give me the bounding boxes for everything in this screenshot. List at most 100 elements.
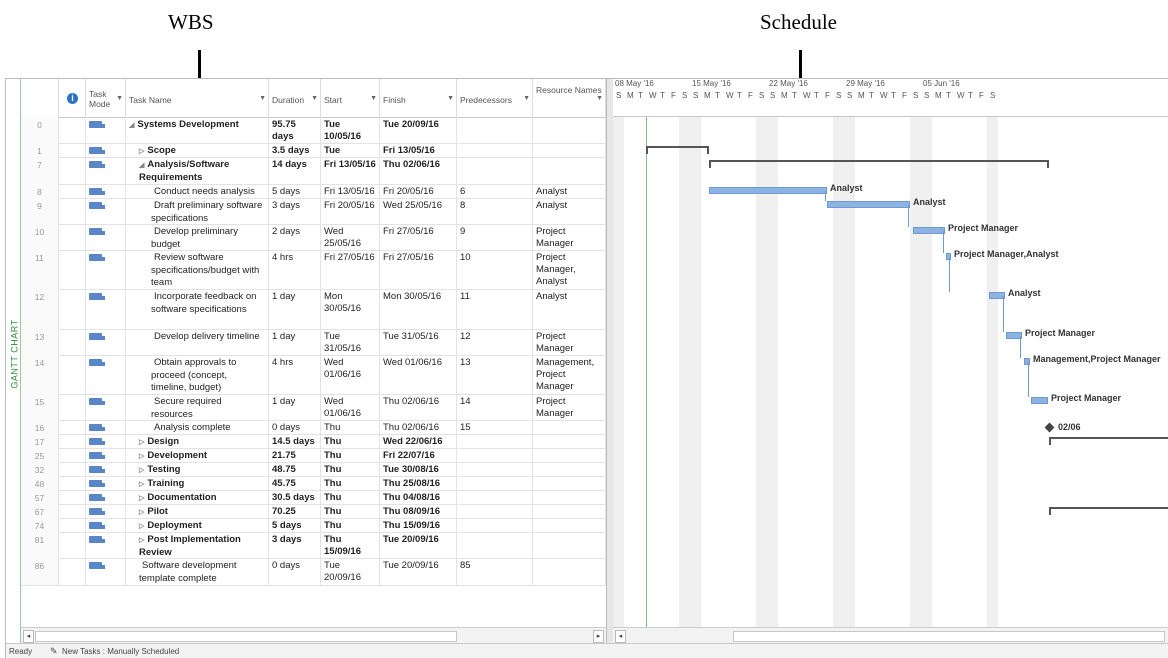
task-name-cell[interactable]: ▷ Testing [126,462,269,476]
task-mode-cell[interactable] [86,117,126,143]
duration-cell[interactable]: 3.5 days [269,143,321,157]
duration-cell[interactable]: 4 hrs [269,250,321,289]
finish-cell[interactable]: Thu 02/06/16 [380,420,457,434]
finish-cell[interactable]: Mon 30/05/16 [380,289,457,329]
finish-cell[interactable]: Tue 31/05/16 [380,329,457,355]
finish-cell[interactable]: Tue 20/09/16 [380,117,457,143]
table-row[interactable]: 8 Conduct needs analysis 5 days Fri 13/05/1… [21,184,606,199]
task-name-cell[interactable]: Secure required resources [126,394,269,420]
start-cell[interactable]: Tue 31/05/16 [321,329,380,355]
finish-cell[interactable]: Wed 25/05/16 [380,198,457,224]
start-cell[interactable]: Wed 01/06/16 [321,394,380,420]
duration-cell[interactable]: 3 days [269,532,321,558]
task-name-cell[interactable]: Software development template complete [126,558,269,585]
resource-names-cell[interactable] [533,462,606,476]
summary-bar[interactable] [1049,507,1168,509]
dependency-link[interactable] [1003,296,1004,332]
task-mode-cell[interactable] [86,490,126,504]
duration-cell[interactable]: 14 days [269,157,321,184]
task-name-cell[interactable]: ▷ Documentation [126,490,269,504]
task-name-cell[interactable]: ▷ Scope [126,143,269,157]
resource-names-cell[interactable] [533,490,606,504]
scroll-right-icon[interactable]: ▸ [593,630,604,643]
duration-cell[interactable]: 48.75 days [269,462,321,476]
task-name-cell[interactable]: Incorporate feedback on software specifi… [126,289,269,329]
task-name-cell[interactable]: ◢ Systems Development [126,117,269,143]
table-row[interactable]: 32▷Testing48.75 daysThu 23/06/16Tue 30/0… [21,462,606,477]
summary-bar[interactable] [709,160,1049,162]
expand-icon[interactable]: ▷ [139,467,144,474]
summary-bar[interactable] [646,146,709,148]
duration-cell[interactable]: 1 day [269,394,321,420]
start-cell[interactable]: Tue 10/05/16 [321,117,380,143]
dependency-link[interactable] [1020,336,1021,358]
summary-bar[interactable] [1049,437,1168,439]
duration-cell[interactable]: 14.5 days [269,434,321,448]
start-cell[interactable]: Wed 01/06/16 [321,355,380,394]
finish-cell[interactable]: Fri 20/05/16 [380,184,457,198]
expand-icon[interactable]: ▷ [139,453,144,460]
start-cell[interactable]: Thu 02/06/16 [321,504,380,518]
resource-names-cell[interactable] [533,532,606,558]
finish-cell[interactable]: Thu 02/06/16 [380,157,457,184]
dependency-link[interactable] [908,205,909,227]
column-header-id[interactable] [21,79,59,117]
finish-cell[interactable]: Thu 25/08/16 [380,476,457,490]
expand-icon[interactable]: ▷ [139,148,144,155]
column-header-start[interactable]: Start ▼ [321,79,380,117]
column-header-duration[interactable]: Duration ▼ [269,79,321,117]
task-bar[interactable] [913,227,945,234]
dependency-link[interactable] [825,191,826,201]
resource-names-cell[interactable] [533,504,606,518]
start-cell[interactable]: Thu 02/06/16 [321,434,380,448]
finish-cell[interactable]: Thu 02/06/16 [380,394,457,420]
predecessors-cell[interactable] [457,143,533,157]
scroll-left-icon[interactable]: ◂ [615,630,626,643]
resource-names-cell[interactable]: Analyst [533,184,606,198]
resource-names-cell[interactable]: Management, Project Manager [533,355,606,394]
task-mode-cell[interactable] [86,355,126,394]
task-name-cell[interactable]: ▷ Deployment [126,518,269,532]
chevron-down-icon[interactable]: ▼ [259,94,266,104]
table-row[interactable]: 10 Develop preliminary budget 2 days Wed 25… [21,224,606,251]
task-mode-cell[interactable] [86,448,126,462]
summary-bar-cap[interactable] [1047,160,1049,168]
task-name-cell[interactable]: Develop preliminary budget [126,224,269,250]
resource-names-cell[interactable] [533,558,606,585]
column-header-resource-names[interactable]: Resource Names ▼ [533,79,606,117]
chart-horizontal-scrollbar[interactable]: ◂ [613,627,1168,644]
task-mode-cell[interactable] [86,198,126,224]
task-bar[interactable] [1024,358,1030,365]
column-header-finish[interactable]: Finish ▼ [380,79,457,117]
chevron-down-icon[interactable]: ▼ [116,94,123,104]
predecessors-cell[interactable]: 14 [457,394,533,420]
summary-bar-cap[interactable] [707,146,709,154]
predecessors-cell[interactable]: 12 [457,329,533,355]
predecessors-cell[interactable]: 13 [457,355,533,394]
predecessors-cell[interactable]: 85 [457,558,533,585]
resource-names-cell[interactable] [533,143,606,157]
table-row[interactable]: 0 ◢ Systems Development 95.75 days Tue 10/05… [21,117,606,144]
start-cell[interactable]: Fri 20/05/16 [321,198,380,224]
start-cell[interactable]: Mon 30/05/16 [321,289,380,329]
predecessors-cell[interactable]: 15 [457,420,533,434]
predecessors-cell[interactable] [457,117,533,143]
duration-cell[interactable]: 1 day [269,329,321,355]
resource-names-cell[interactable] [533,157,606,184]
scroll-thumb[interactable] [35,631,457,642]
task-mode-cell[interactable] [86,224,126,250]
predecessors-cell[interactable] [457,462,533,476]
resource-names-cell[interactable] [533,117,606,143]
finish-cell[interactable]: Tue 30/08/16 [380,462,457,476]
predecessors-cell[interactable]: 10 [457,250,533,289]
chevron-down-icon[interactable]: ▼ [370,94,377,104]
task-name-cell[interactable]: Draft preliminary software specification… [126,198,269,224]
start-cell[interactable]: Fri 13/05/16 [321,157,380,184]
resource-names-cell[interactable]: Analyst [533,198,606,224]
predecessors-cell[interactable] [457,490,533,504]
task-name-cell[interactable]: Obtain approvals to proceed (concept, ti… [126,355,269,394]
predecessors-cell[interactable] [457,476,533,490]
finish-cell[interactable]: Wed 01/06/16 [380,355,457,394]
task-mode-cell[interactable] [86,289,126,329]
column-header-indicators[interactable]: i [59,79,86,117]
